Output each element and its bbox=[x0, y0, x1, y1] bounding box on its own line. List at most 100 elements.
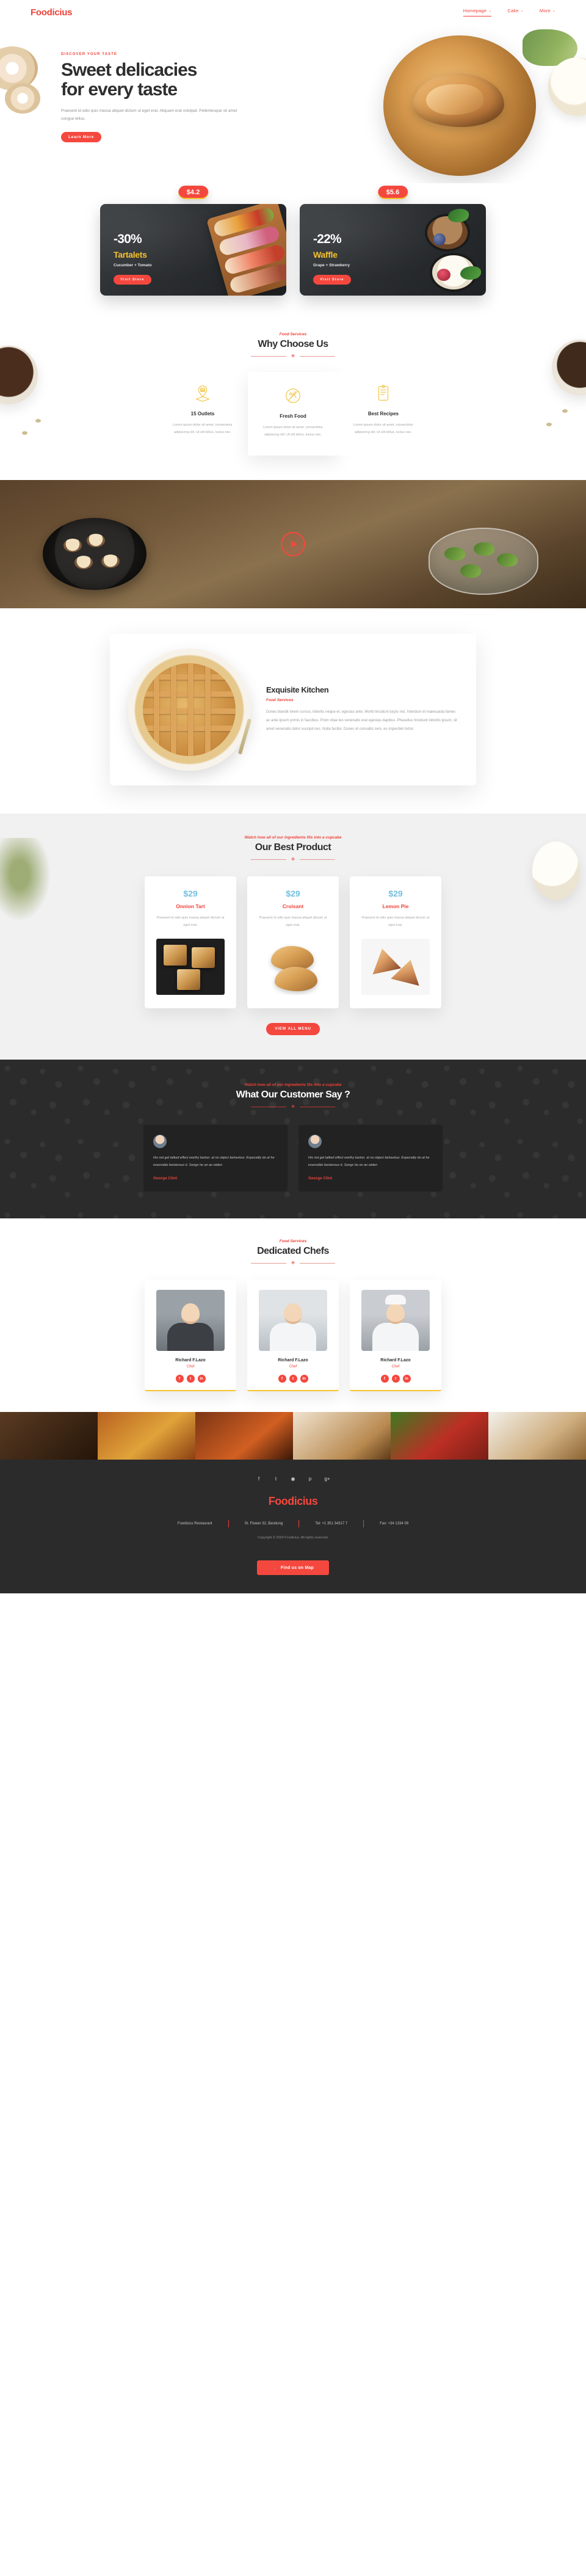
facebook-icon[interactable]: f bbox=[255, 1474, 263, 1483]
google-plus-icon[interactable]: g+ bbox=[323, 1474, 331, 1483]
chef-card-3[interactable]: Richard F.Lazo Chef f t in bbox=[350, 1280, 441, 1392]
find-us-on-map-button[interactable]: 📍 Find us on Map bbox=[257, 1560, 329, 1576]
eggplant-slice bbox=[101, 555, 120, 569]
testimonial-text: His not get talked effect worthy barton.… bbox=[308, 1156, 430, 1168]
divider-line-left bbox=[251, 356, 287, 357]
chef-name: Richard F.Lazo bbox=[175, 1358, 206, 1363]
decor-cream-bowl bbox=[548, 57, 586, 116]
nav-item-more[interactable]: More ⌄ bbox=[540, 8, 555, 16]
eggplant-slice bbox=[63, 539, 82, 553]
chef-role: Chef bbox=[391, 1365, 400, 1369]
chef-head bbox=[386, 1303, 405, 1325]
why-card-fresh-food[interactable]: Fresh Food Lorem ipsum dolor sit amet, c… bbox=[248, 372, 338, 456]
why-card-title: Fresh Food bbox=[280, 413, 306, 419]
exquisite-kitchen-section: Exquisite Kitchen Food Services Donec bl… bbox=[0, 608, 586, 814]
testimonial-text: His not get talked effect worthy barton.… bbox=[153, 1156, 275, 1168]
promo-subtitle: Grape + Strawberry bbox=[313, 263, 350, 267]
gallery-tile-5[interactable] bbox=[391, 1412, 488, 1460]
why-card-best-recipes[interactable]: Best Recipes Lorem ipsum dolor sit amet,… bbox=[338, 372, 429, 456]
nav-item-homepage[interactable]: Homepage ⌄ bbox=[463, 8, 492, 16]
hero-title-line-1: Sweet delicacies bbox=[61, 60, 197, 80]
footer-logo[interactable]: Foodicius bbox=[0, 1495, 586, 1508]
why-card-text: Lorem ipsum dolor sit amet, consectetur … bbox=[353, 423, 413, 434]
mint-leaf bbox=[460, 266, 481, 280]
instagram-icon[interactable]: ◉ bbox=[289, 1474, 297, 1483]
chef-card-2[interactable]: Richard F.Lazo Chef f t in bbox=[247, 1280, 339, 1392]
croissant-shape bbox=[413, 73, 504, 127]
chef-social-links: f t in bbox=[152, 1375, 229, 1383]
chef-photo bbox=[361, 1290, 430, 1352]
pinterest-icon[interactable]: p bbox=[306, 1474, 314, 1483]
testimonial-card: His not get talked effect worthy barton.… bbox=[298, 1125, 443, 1192]
section-heading-best: Watch how all of our ingredients fits in… bbox=[0, 835, 586, 862]
twitter-icon[interactable]: t bbox=[186, 1375, 195, 1383]
view-all-menu-button[interactable]: VIEW ALL MENU bbox=[266, 1023, 320, 1036]
linkedin-icon[interactable]: in bbox=[300, 1375, 308, 1383]
footer-social-links: f t ◉ p g+ bbox=[0, 1474, 586, 1483]
section-divider: ❉ bbox=[0, 857, 586, 862]
pie-lattice bbox=[143, 663, 236, 757]
chef-body bbox=[167, 1323, 214, 1352]
divider-line-right bbox=[299, 1263, 335, 1264]
chef-social-links: f t in bbox=[255, 1375, 331, 1383]
flower-divider-icon: ❉ bbox=[291, 857, 295, 862]
facebook-icon[interactable]: f bbox=[380, 1375, 389, 1383]
product-name: Onnion Tart bbox=[176, 903, 205, 910]
nav-item-cake[interactable]: Cake ⌄ bbox=[507, 8, 524, 16]
location-pin-icon: 📍 bbox=[272, 1566, 278, 1571]
product-card-croisant[interactable]: $29 Croisant Praesent id odio quis massa… bbox=[247, 876, 339, 1009]
learn-more-button[interactable]: Learn More bbox=[61, 131, 101, 142]
chef-social-links: f t in bbox=[357, 1375, 434, 1383]
tartalets-board bbox=[206, 204, 286, 296]
linkedin-icon[interactable]: in bbox=[197, 1375, 206, 1383]
facebook-icon[interactable]: f bbox=[278, 1375, 286, 1383]
why-card-text: Lorem ipsum dolor sit amet, consectetur … bbox=[173, 423, 233, 434]
why-card-outlets[interactable]: 15 Outlets Lorem ipsum dolor sit amet, c… bbox=[157, 372, 248, 456]
visit-store-button[interactable]: Visit Store bbox=[313, 275, 351, 285]
play-video-button[interactable] bbox=[281, 532, 305, 557]
gallery-tile-3[interactable] bbox=[195, 1412, 293, 1460]
play-icon bbox=[291, 540, 297, 548]
why-card-title: 15 Outlets bbox=[190, 411, 215, 417]
visit-store-button[interactable]: Visit Store bbox=[114, 275, 151, 285]
section-eyebrow: Food Services bbox=[279, 332, 307, 337]
product-name: Lemon Pie bbox=[382, 903, 409, 910]
chevron-down-icon: ⌄ bbox=[552, 9, 555, 13]
price-badge: $5.6 bbox=[377, 186, 408, 199]
gallery-tile-2[interactable] bbox=[98, 1412, 195, 1460]
promo-card-waffle[interactable]: -22% Waffle Grape + Strawberry Visit Sto… bbox=[300, 204, 486, 296]
decor-seed bbox=[562, 409, 568, 413]
gallery-strip bbox=[0, 1412, 586, 1460]
linkedin-icon[interactable]: in bbox=[402, 1375, 411, 1383]
chef-card-1[interactable]: Richard F.Lazo Chef f t in bbox=[145, 1280, 236, 1392]
flower-divider-icon: ❉ bbox=[291, 1261, 295, 1266]
chef-body bbox=[270, 1323, 316, 1352]
why-choose-us-section: Food Services Why Choose Us ❉ 15 Outlets… bbox=[0, 311, 586, 480]
chef-role: Chef bbox=[186, 1365, 195, 1369]
brand-logo[interactable]: Foodicius bbox=[31, 7, 72, 18]
promo-subtitle: Cucumber + Tomato bbox=[114, 263, 152, 267]
testimonials-section: Watch how all of our ingredients fits in… bbox=[0, 1060, 586, 1219]
hero-eyebrow: DISCOVER YOUR TASTE bbox=[61, 53, 118, 56]
twitter-icon[interactable]: t bbox=[272, 1474, 280, 1483]
gallery-tile-4[interactable] bbox=[293, 1412, 391, 1460]
promo-card-tartalets[interactable]: -30% Tartalets Cucumber + Tomato Visit S… bbox=[100, 204, 286, 296]
frying-pan-image bbox=[43, 518, 146, 591]
product-card-lemon-pie[interactable]: $29 Lemon Pie Praesent id odio quis mass… bbox=[350, 876, 441, 1009]
decor-herbs-left bbox=[0, 838, 56, 930]
chef-hat bbox=[385, 1295, 406, 1305]
facebook-icon[interactable]: f bbox=[175, 1375, 184, 1383]
gallery-tile-6[interactable] bbox=[488, 1412, 586, 1460]
location-pin-icon bbox=[194, 384, 212, 402]
twitter-icon[interactable]: t bbox=[391, 1375, 400, 1383]
product-card-onnion-tart[interactable]: $29 Onnion Tart Praesent id odio quis ma… bbox=[145, 876, 236, 1009]
promo-name: Tartalets bbox=[114, 250, 147, 260]
promo-food-image-tartalets bbox=[194, 204, 286, 296]
twitter-icon[interactable]: t bbox=[289, 1375, 297, 1383]
promo-discount: -30% bbox=[114, 232, 142, 246]
promo-column-tartalets: $4.2 -30% Tartalets Cucumber + Tomato Vi… bbox=[100, 186, 286, 296]
gallery-tile-1[interactable] bbox=[0, 1412, 98, 1460]
footer-contact-info: Foodicius Restaurant St. Flower 32, Band… bbox=[0, 1520, 586, 1528]
chefs-section: Food Services Dedicated Chefs ❉ Richard … bbox=[0, 1218, 586, 1413]
exquisite-text: Donec blandit lorem cursus, lobortis neq… bbox=[266, 710, 457, 731]
